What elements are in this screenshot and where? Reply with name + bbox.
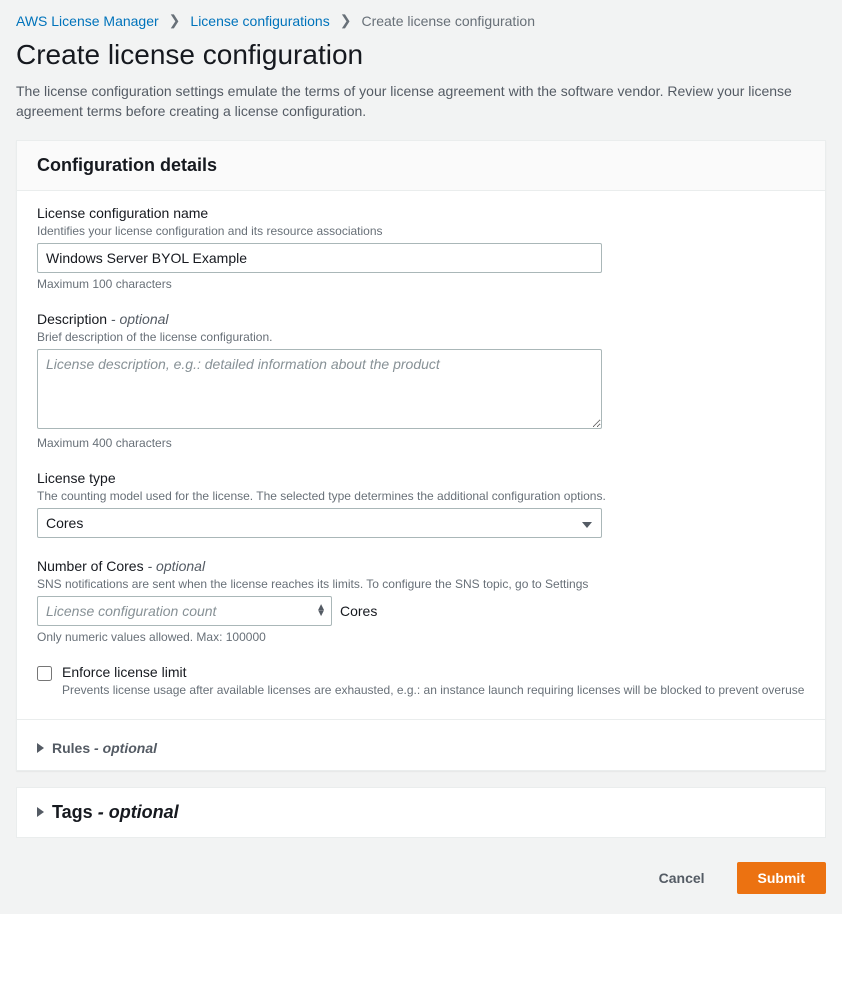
tags-panel: Tags - optional bbox=[16, 787, 826, 838]
rules-expander[interactable]: Rules - optional bbox=[17, 726, 825, 770]
config-name-label: License configuration name bbox=[37, 205, 805, 221]
description-label: Description - optional bbox=[37, 311, 805, 327]
chevron-right-icon: ❯ bbox=[169, 12, 181, 29]
count-unit: Cores bbox=[340, 603, 377, 619]
enforce-group: Enforce license limit Prevents license u… bbox=[37, 664, 805, 698]
count-constraint: Only numeric values allowed. Max: 100000 bbox=[37, 630, 805, 644]
panel-title: Configuration details bbox=[37, 155, 805, 176]
breadcrumb: AWS License Manager ❯ License configurat… bbox=[0, 0, 842, 39]
config-name-hint: Identifies your license configuration an… bbox=[37, 223, 805, 239]
count-group: Number of Cores - optional SNS notificat… bbox=[37, 558, 805, 644]
caret-right-icon bbox=[37, 743, 44, 753]
config-name-input[interactable] bbox=[37, 243, 602, 273]
description-group: Description - optional Brief description… bbox=[37, 311, 805, 450]
enforce-checkbox[interactable] bbox=[37, 666, 52, 681]
page-title: Create license configuration bbox=[0, 39, 842, 81]
description-hint: Brief description of the license configu… bbox=[37, 329, 805, 345]
chevron-right-icon: ❯ bbox=[340, 12, 352, 29]
breadcrumb-parent-link[interactable]: License configurations bbox=[190, 13, 329, 29]
enforce-hint: Prevents license usage after available l… bbox=[62, 682, 804, 698]
license-type-select[interactable]: Cores bbox=[37, 508, 602, 538]
panel-header: Configuration details bbox=[17, 141, 825, 191]
submit-button[interactable]: Submit bbox=[737, 862, 826, 894]
divider bbox=[17, 719, 825, 720]
tags-expander[interactable]: Tags - optional bbox=[17, 788, 825, 837]
breadcrumb-root-link[interactable]: AWS License Manager bbox=[16, 13, 159, 29]
config-name-constraint: Maximum 100 characters bbox=[37, 277, 805, 291]
page-description: The license configuration settings emula… bbox=[0, 81, 842, 140]
description-constraint: Maximum 400 characters bbox=[37, 436, 805, 450]
caret-right-icon bbox=[37, 807, 44, 817]
cancel-button[interactable]: Cancel bbox=[641, 862, 723, 894]
count-label: Number of Cores - optional bbox=[37, 558, 805, 574]
count-input[interactable] bbox=[37, 596, 332, 626]
configuration-details-panel: Configuration details License configurat… bbox=[16, 140, 826, 771]
license-type-group: License type The counting model used for… bbox=[37, 470, 805, 538]
license-type-hint: The counting model used for the license.… bbox=[37, 488, 805, 504]
breadcrumb-current: Create license configuration bbox=[361, 13, 535, 29]
enforce-label: Enforce license limit bbox=[62, 664, 804, 680]
description-textarea[interactable] bbox=[37, 349, 602, 429]
config-name-group: License configuration name Identifies yo… bbox=[37, 205, 805, 291]
footer-actions: Cancel Submit bbox=[0, 854, 842, 894]
count-hint: SNS notifications are sent when the lice… bbox=[37, 576, 805, 592]
license-type-label: License type bbox=[37, 470, 805, 486]
